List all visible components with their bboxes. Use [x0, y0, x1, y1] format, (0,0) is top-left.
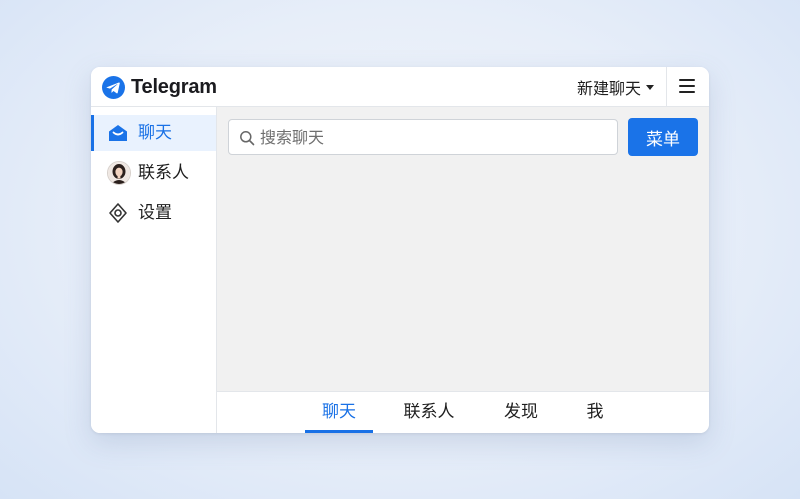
chat-inbox-icon — [109, 125, 127, 141]
sidebar-item-label: 聊天 — [138, 123, 172, 143]
search-box[interactable] — [228, 119, 618, 155]
caret-down-icon — [646, 85, 655, 90]
tab-discover[interactable]: 发现 — [487, 392, 555, 433]
telegram-logo-icon — [102, 75, 125, 99]
menu-button[interactable]: 菜单 — [628, 118, 698, 156]
new-chat-label: 新建聊天 — [577, 79, 642, 98]
sidebar-item-chats[interactable]: 聊天 — [91, 115, 216, 151]
tab-contacts[interactable]: 联系人 — [395, 392, 463, 433]
brand-name: Telegram — [131, 75, 217, 98]
sidebar: 聊天 联系人 设置 — [91, 107, 217, 433]
hamburger-menu-icon[interactable] — [679, 79, 695, 93]
brand: Telegram — [102, 75, 217, 99]
title-bar: Telegram 新建聊天 — [91, 67, 709, 107]
app-window: Telegram 新建聊天 聊天 联系人 设置 搜索聊天 菜单 聊天 联系人 发… — [91, 67, 709, 433]
menu-line — [679, 91, 695, 93]
sidebar-item-settings[interactable]: 设置 — [91, 195, 216, 231]
sidebar-item-label: 设置 — [138, 203, 172, 223]
chat-list-area: 菜单 — [217, 107, 709, 391]
search-input[interactable] — [260, 120, 610, 154]
search-icon — [240, 131, 255, 146]
bottom-tab-bar: 聊天 联系人 发现 我 — [217, 391, 709, 433]
menu-line — [679, 79, 695, 81]
tab-me[interactable]: 我 — [565, 392, 625, 433]
settings-icon — [109, 203, 127, 223]
tab-chats[interactable]: 聊天 — [305, 392, 373, 433]
avatar-portrait — [108, 162, 130, 184]
contact-avatar — [107, 161, 131, 185]
header-divider — [666, 67, 667, 107]
sidebar-item-contacts[interactable]: 联系人 — [91, 155, 216, 191]
sidebar-item-label: 联系人 — [138, 163, 189, 183]
menu-line — [679, 85, 695, 87]
new-chat-dropdown[interactable]: 新建聊天 — [577, 76, 655, 98]
